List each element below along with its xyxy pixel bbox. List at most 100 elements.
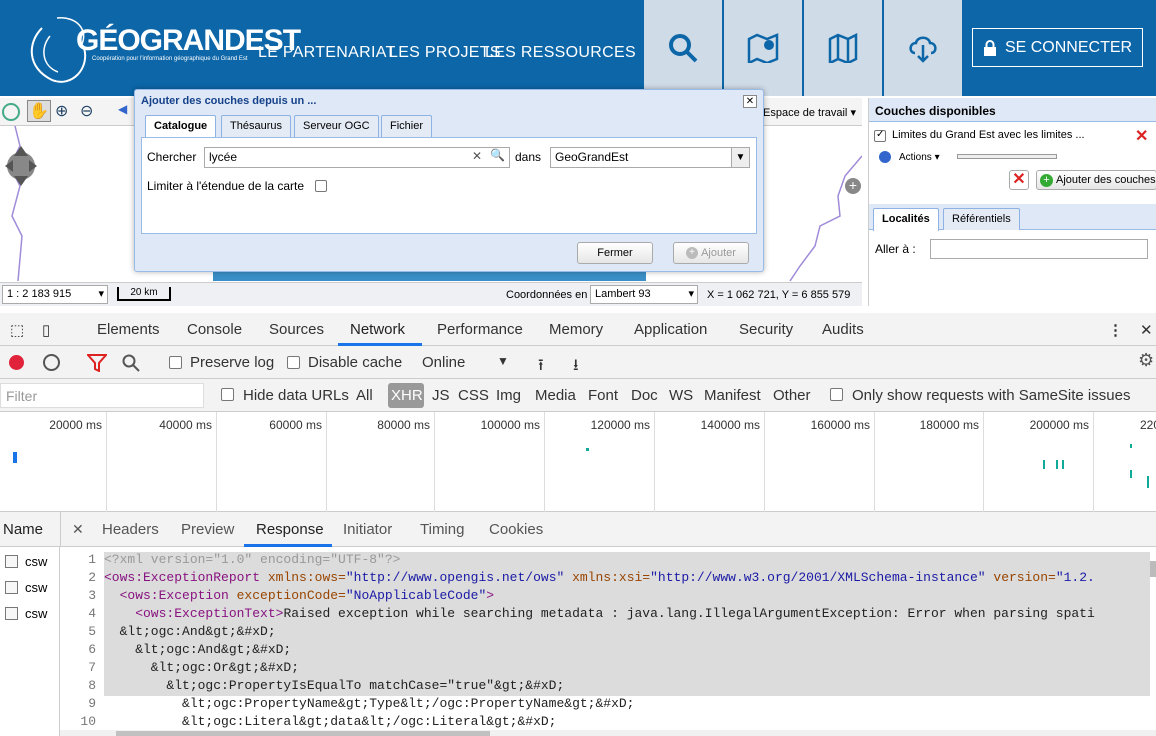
login-button[interactable]: SE CONNECTER [972,28,1143,67]
pan-control-icon[interactable] [2,140,38,192]
tab-initiator[interactable]: Initiator [343,521,392,538]
add-button[interactable]: + Ajouter [673,242,749,264]
close-devtools-icon[interactable]: ✕ [1140,321,1153,339]
tick-4: 80000 ms [326,412,434,512]
hide-data-checkbox[interactable] [221,388,234,401]
list-item[interactable]: csw [0,577,60,599]
tab-cookies[interactable]: Cookies [489,521,543,538]
tab-performance[interactable]: Performance [437,321,523,338]
tab-serveur-ogc[interactable]: Serveur OGC [294,115,379,137]
record-icon[interactable] [9,355,24,370]
clear-log-icon[interactable] [43,354,60,371]
nav-partenariat[interactable]: LE PARTENARIAT [258,44,396,62]
back-icon[interactable]: ◀ [118,102,127,116]
opacity-slider[interactable] [957,154,1057,159]
zoom-out-icon[interactable]: ⊖ [80,101,93,121]
type-doc[interactable]: Doc [631,387,658,404]
source-select[interactable]: GeoGrandEst ▼ [550,147,750,168]
type-font[interactable]: Font [588,387,618,404]
map-button[interactable] [804,0,882,96]
filter-icon[interactable] [87,354,107,372]
filter-input[interactable]: Filter [0,383,204,408]
tab-timing[interactable]: Timing [420,521,464,538]
tab-network[interactable]: Network [350,321,405,338]
tab-application[interactable]: Application [634,321,707,338]
request-bar [1130,444,1132,448]
search-input[interactable]: lycée [204,147,510,168]
gear-icon[interactable]: ⚙ [1138,350,1154,371]
more-icon[interactable]: ⋮ [1108,321,1123,339]
throttle-dropdown-icon[interactable]: ▼ [497,354,509,368]
samesite-checkbox[interactable] [830,388,843,401]
list-item[interactable]: csw [0,603,60,625]
remove-all-button[interactable]: ✕ [1009,170,1029,190]
preserve-log-checkbox[interactable] [169,356,182,369]
nav-ressources[interactable]: LES RESSOURCES [485,44,636,62]
response-viewer[interactable]: 1 2 3 4 5 6 7 8 9 10 <?xml version="1.0"… [60,547,1156,736]
scale-select[interactable]: 1 : 2 183 915 ▾ [2,285,108,304]
type-css[interactable]: CSS [458,387,489,404]
pan-icon[interactable]: ✋ [27,100,51,122]
scrollbar-thumb[interactable] [1150,561,1156,577]
tab-referentiels[interactable]: Référentiels [943,208,1020,230]
cloud-download-button[interactable] [884,0,962,96]
request-bar [586,448,589,451]
workspace-menu[interactable]: Espace de travail ▾ [763,106,856,119]
code-line: &lt;ogc:And&gt;&#xD; [104,642,292,657]
limit-checkbox[interactable] [315,180,327,192]
code-line: <ows:ExceptionReport xmlns:ows="http://w… [104,570,1095,585]
add-layers-button[interactable]: + Ajouter des couches [1036,170,1156,190]
horizontal-scrollbar-thumb[interactable] [116,731,490,736]
tab-security[interactable]: Security [739,321,793,338]
tab-headers[interactable]: Headers [102,521,159,538]
network-timeline[interactable]: 20000 ms 40000 ms 60000 ms 80000 ms 1000… [0,412,1156,512]
inspect-icon[interactable]: ⬚ [10,321,24,339]
type-media[interactable]: Media [535,387,576,404]
tab-response[interactable]: Response [256,521,324,538]
close-icon[interactable]: ✕ [743,95,757,108]
layer-checkbox[interactable]: ✓ [874,129,886,142]
layer-name[interactable]: Limites du Grand Est avec les limites ..… [892,129,1085,141]
type-manifest[interactable]: Manifest [704,387,761,404]
type-all[interactable]: All [356,387,373,404]
tab-sources[interactable]: Sources [269,321,324,338]
tab-fichier[interactable]: Fichier [381,115,433,137]
tab-catalogue[interactable]: Catalogue [145,115,217,138]
type-other[interactable]: Other [773,387,811,404]
tab-localites[interactable]: Localités [873,208,939,231]
goto-input[interactable] [930,239,1148,259]
tab-thesaurus[interactable]: Thésaurus [221,115,291,137]
actions-menu[interactable]: Actions ▾ [899,152,940,163]
disable-cache-checkbox[interactable] [287,356,300,369]
map-pin-button[interactable] [724,0,802,96]
download-icon[interactable]: ⭳ [573,354,579,381]
tab-audits[interactable]: Audits [822,321,864,338]
search-icon [669,34,698,63]
tab-preview[interactable]: Preview [181,521,234,538]
type-ws[interactable]: WS [669,387,693,404]
tab-memory[interactable]: Memory [549,321,603,338]
search-button[interactable] [644,0,722,96]
limit-label: Limiter à l'étendue de la carte [147,179,305,193]
tab-console[interactable]: Console [187,321,242,338]
name-header[interactable]: Name [3,521,43,538]
zoom-in-icon[interactable]: ⊕ [55,101,68,121]
throttle-select[interactable]: Online [422,354,465,371]
type-xhr[interactable]: XHR [391,387,423,404]
upload-icon[interactable]: ⭱ [538,354,544,381]
zoom-plus-icon[interactable]: + [845,178,861,194]
coord-system-select[interactable]: Lambert 93 ▾ [590,285,698,304]
clear-icon[interactable]: ✕ [472,149,482,163]
remove-layer-icon[interactable]: ✕ [1135,126,1148,146]
list-item[interactable]: csw [0,551,60,573]
close-button[interactable]: Fermer [577,242,653,264]
type-js[interactable]: JS [432,387,450,404]
search-icon[interactable]: 🔍 [490,148,505,162]
device-icon[interactable]: ▯ [42,321,50,339]
close-detail-icon[interactable]: ✕ [72,521,84,538]
type-img[interactable]: Img [496,387,521,404]
search-icon[interactable] [122,354,140,372]
tab-elements[interactable]: Elements [97,321,160,338]
zoom-extent-icon[interactable] [2,103,20,121]
nav-projets[interactable]: LES PROJETS [389,44,501,62]
